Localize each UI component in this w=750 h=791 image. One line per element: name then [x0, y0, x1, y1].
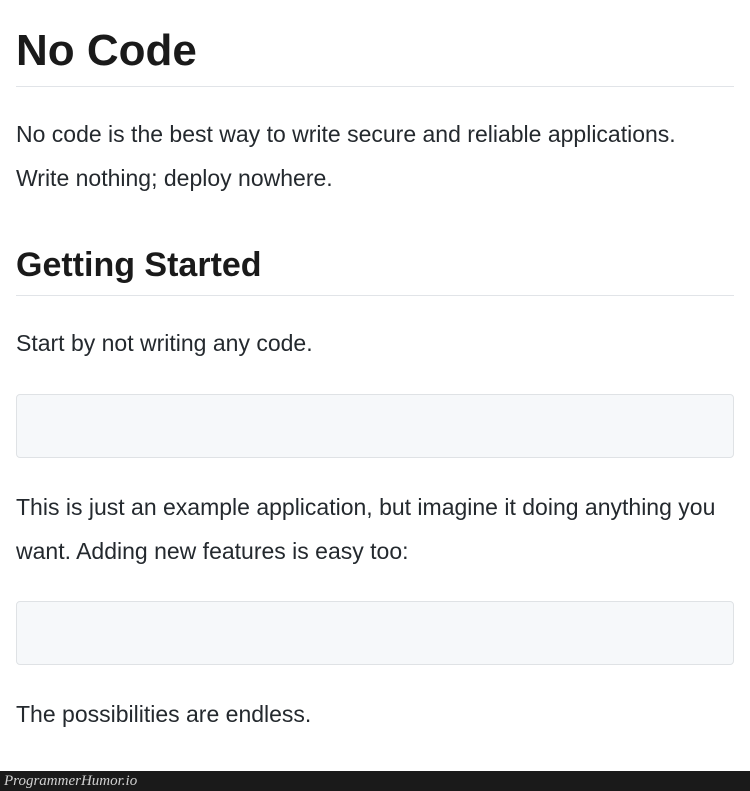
intro-paragraph: No code is the best way to write secure … — [16, 113, 734, 200]
section-heading-getting-started: Getting Started — [16, 246, 734, 296]
paragraph-example: This is just an example application, but… — [16, 486, 734, 573]
footer-watermark: ProgrammerHumor.io — [0, 771, 750, 791]
paragraph-possibilities: The possibilities are endless. — [16, 693, 734, 737]
code-block-empty-2 — [16, 601, 734, 665]
page-title: No Code — [16, 26, 734, 87]
paragraph-start: Start by not writing any code. — [16, 322, 734, 366]
code-block-empty-1 — [16, 394, 734, 458]
document-content: No Code No code is the best way to write… — [0, 0, 750, 737]
